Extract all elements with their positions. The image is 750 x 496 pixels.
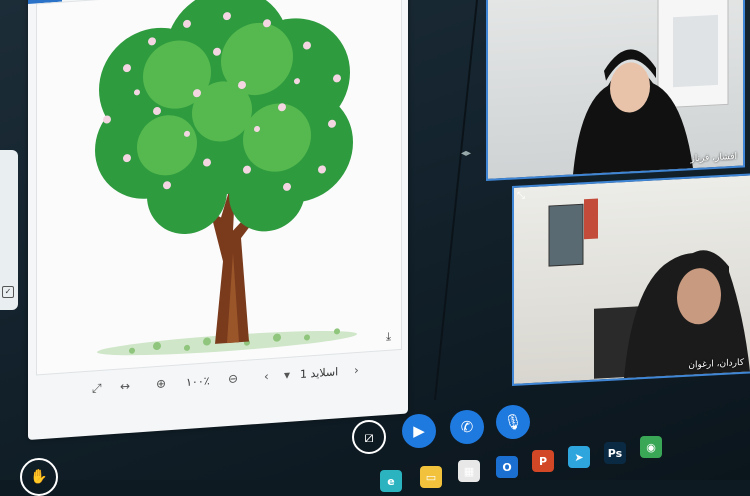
- prev-slide-icon[interactable]: ‹: [264, 369, 269, 383]
- microphone-icon: 🎙: [503, 413, 523, 431]
- microsoft-store-icon[interactable]: ▦: [458, 460, 480, 482]
- file-explorer-icon[interactable]: ▭: [420, 466, 442, 488]
- checkbox-icon[interactable]: ✓: [2, 286, 14, 298]
- slide-viewer: ⤓ ⤢ ↔ ⊕ ۱۰۰٪ ⊖ ‹ ▾ اسلاید 1 ›: [28, 0, 408, 441]
- expand-tile-icon[interactable]: ⤡: [517, 190, 525, 201]
- fit-width-icon[interactable]: ↔: [120, 379, 130, 394]
- video-tile-2[interactable]: ⤡ کاردان، ارغوان: [512, 173, 750, 386]
- slide-canvas: ⤓: [36, 0, 402, 376]
- zoom-in-icon[interactable]: ⊕: [156, 376, 166, 391]
- side-panel-fragment[interactable]: ✓: [0, 150, 18, 310]
- expand-icon[interactable]: ⤢: [92, 380, 102, 396]
- download-icon[interactable]: ⤓: [386, 330, 391, 344]
- slide-dropdown-icon[interactable]: ▾: [284, 368, 290, 382]
- next-slide-icon[interactable]: ›: [354, 363, 359, 377]
- tree-illustration: [95, 0, 357, 356]
- slide-label[interactable]: اسلاید 1: [300, 365, 338, 381]
- zoom-out-icon[interactable]: ⊖: [228, 371, 238, 386]
- outlook-icon[interactable]: O: [496, 456, 518, 478]
- edge-icon[interactable]: e: [380, 470, 402, 492]
- zoom-level: ۱۰۰٪: [186, 373, 210, 389]
- participant-video: [573, 0, 729, 175]
- photoshop-icon[interactable]: Ps: [604, 442, 626, 464]
- microphone-button[interactable]: 🎙: [496, 405, 530, 439]
- chrome-icon[interactable]: ◉: [640, 436, 662, 458]
- participant-video: [548, 198, 750, 379]
- phone-icon: ✆: [460, 418, 474, 436]
- telegram-icon[interactable]: ➤: [568, 446, 590, 468]
- resize-handle-icon[interactable]: ◂▸: [461, 148, 471, 159]
- powerpoint-icon[interactable]: P: [532, 450, 554, 472]
- video-tile-1[interactable]: افشار، فرناز: [486, 0, 745, 181]
- camera-icon: ▶: [413, 422, 425, 440]
- panel-divider[interactable]: [433, 0, 479, 400]
- taskbar: e ▭ ▦ O P ➤ Ps ◉: [0, 436, 750, 492]
- phone-button[interactable]: ✆: [450, 410, 484, 444]
- screen: ✓ ⤓ ⤢ ↔ ⊕ ۱۰۰٪ ⊖ ‹ ▾ اسلاید 1 › ◂▸ افشار…: [0, 0, 750, 496]
